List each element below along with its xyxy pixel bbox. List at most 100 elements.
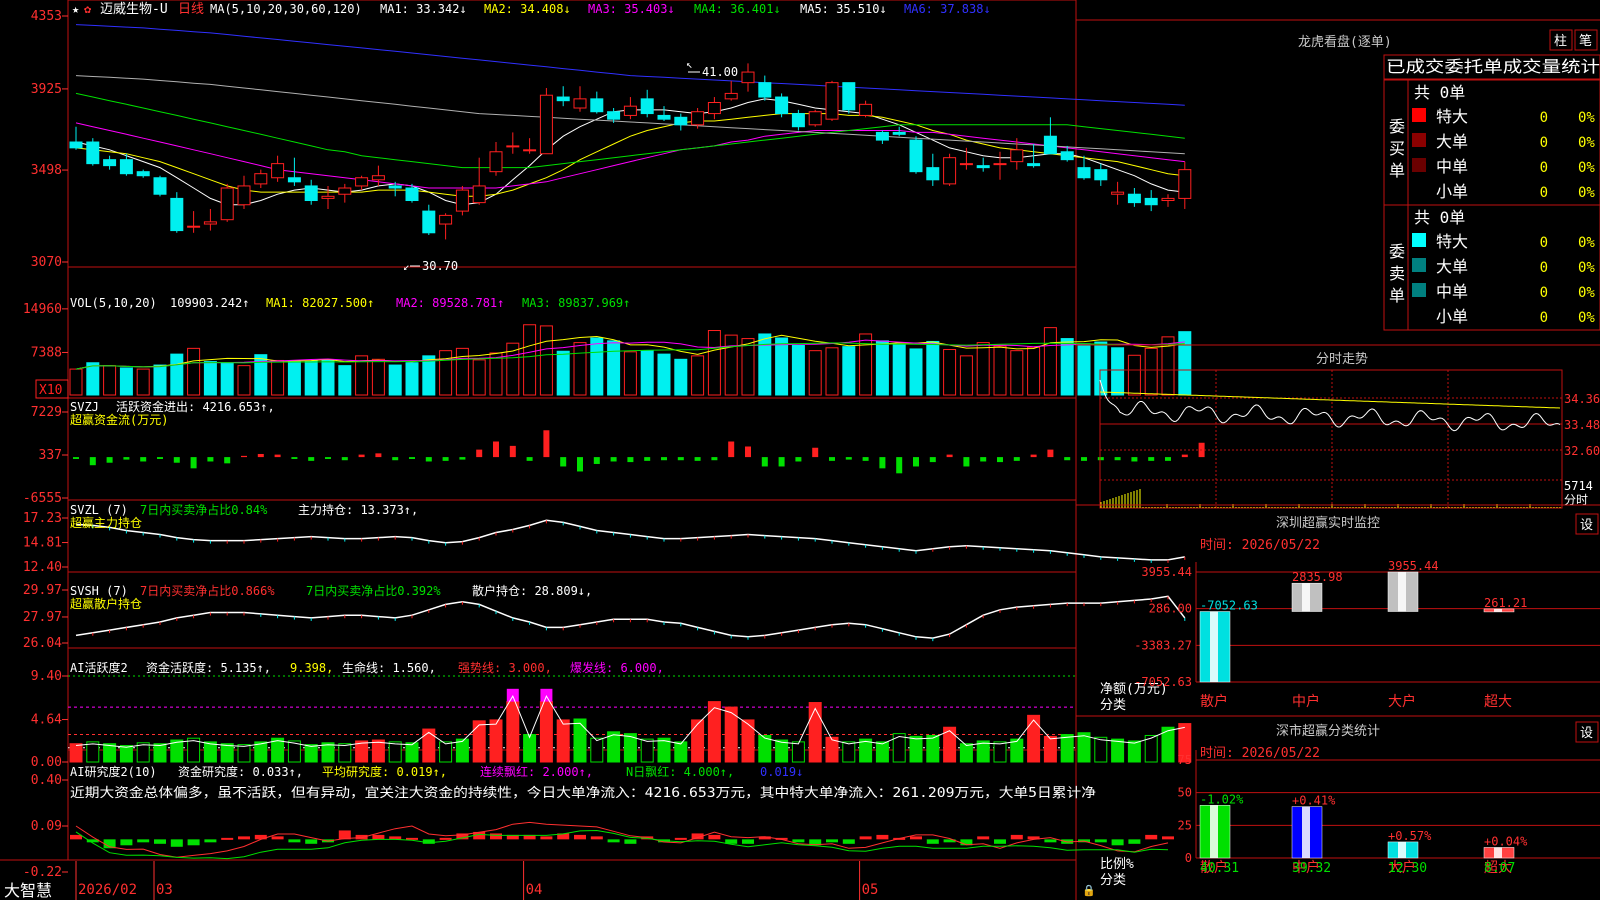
ai-activity-bar-21 [422,728,436,763]
ai-research-bar-5 [154,839,166,844]
volume-bar-48 [875,340,889,396]
multiplier-label: X10 [39,383,62,398]
flag-icon[interactable]: ✿ [84,2,92,16]
ai-activity-bar-50 [909,735,923,763]
volume-bar-64 [1144,347,1158,396]
lhb-sell-val-2: 0 [1540,285,1548,301]
volume-bar-46 [842,346,856,396]
candle-body-58 [1043,135,1057,155]
sz_monitor-cat-2: 大户 [1388,693,1416,710]
svzj-item: 活跃资金进出: 4216.653↑, [116,399,275,414]
ai-activity-bar-55 [993,741,1007,763]
intraday-tick-2: 32.60 [1564,444,1600,458]
svzj-bar-44 [812,447,819,458]
air-tick-0: 0.40 [31,773,62,788]
candle-body-8 [203,221,217,225]
svzj-bar-57 [1030,454,1037,458]
volume-bar-24 [472,359,486,396]
ai-research-bar-50 [910,836,922,840]
svzl-panel[interactable]: 17.23 14.81 12.40 SVZL (7) 7日内买卖净占比0.84% 主… [23,502,1186,575]
svzj-sub: 超赢资金流(万元) [70,412,168,427]
svzj-panel[interactable]: 7229 337 -6555 SVZJ 活跃资金进出: 4216.653↑, 超赢资… [23,399,1205,506]
candle-body-25 [489,151,503,173]
candle-body-62 [1111,191,1125,195]
candle-body-50 [909,139,923,173]
ai-activity-bar-44 [808,702,822,763]
ai-activity-bar-29 [556,719,570,763]
volume-panel[interactable]: 14960 7388 VOL(5,10,20) 109903.242↑ MA1: … [23,296,1192,399]
candle-body-24 [472,185,486,204]
svzj-bar-41 [761,457,768,467]
ai-activity-bar-48 [875,741,889,763]
volume-bar-38 [707,330,721,396]
svzj-bar-19 [392,457,399,461]
air-tick-1: 0.09 [31,819,62,834]
ai-research-panel[interactable]: 0.400.09-0.22 AI研究度2(10) 资金研究度: 0.033↑, … [23,764,1174,880]
svsh-tick-2: 26.04 [23,636,62,651]
star-icon[interactable]: ★ [72,2,79,16]
air-nday: N日飘红: 4.000↑, [626,764,734,779]
svzj-bar-3 [123,457,130,460]
volume-bar-27 [523,324,537,396]
lhb-buy-val-3: 0 [1540,185,1548,201]
ai-activity-bar-20 [405,742,419,763]
volume-bar-49 [892,344,906,396]
lhb-sell-val-1: 0 [1540,260,1548,276]
aia-tick-2: 0.00 [31,755,62,770]
candle-body-40 [741,71,755,84]
lock-icon[interactable]: 🔒 [1082,884,1096,897]
szc-ylabel: 比例% [1100,857,1134,872]
volume-bar-34 [640,350,654,396]
ai-research-bar-54 [977,836,990,840]
svzj-bars [73,430,1205,474]
ai-activity-bar-8 [203,741,217,763]
ai-activity-panel[interactable]: 9.40 4.64 0.00 AI活跃度2 资金活跃度: 5.135↑, 9.398… [31,660,1192,770]
ai-research-bars [70,821,1174,860]
sz-class-change-3: +0.04% [1484,834,1528,848]
ai-research-bar-64 [1145,834,1158,840]
panel-frame-0 [67,0,1077,268]
svzj-bar-45 [829,457,835,461]
lhb-section: 龙虎看盘(逐单) 柱 笔 已成交委托单成交量统计 委买单共 0单特大 0 0%大单 0… [1076,19,1600,331]
price-tick-2: 3498 [31,163,62,178]
ai-activity-bar-24 [472,720,486,763]
svsh-panel[interactable]: 29.9727.9726.04 SVSH (7) 7日内买卖净占比0.866% … [23,583,1186,651]
candle-body-4 [136,171,150,177]
volume-bar-25 [489,352,503,396]
svzj-bar-59 [1064,457,1071,461]
period-label[interactable]: 日线 [178,2,204,17]
candle-body-27 [523,149,537,152]
ai-activity-bar-40 [741,719,755,763]
candle-body-38 [707,102,721,115]
ai-activity-bar-36 [674,741,688,763]
ai-activity-bar-18 [371,739,385,763]
svzj-bar-49 [896,457,903,474]
sz-monitor-section[interactable]: 深圳超赢实时监控 设 时间: 2026/05/22 净额(万元) 分类 3955… [1076,504,1600,713]
svzj-bar-15 [325,457,331,459]
sz-class-change-0: -1.02% [1200,792,1244,806]
ai-activity-bar-58 [1043,735,1057,763]
svzj-bar-14 [308,457,315,461]
volume-bars [69,324,1192,396]
volume-bar-5 [153,364,167,396]
volume-bar-13 [287,360,301,396]
candle-body-7 [187,225,201,228]
candle-body-31 [590,98,604,113]
lhb-buy-name-2: 中单 [1436,157,1468,176]
svzj-bar-9 [224,457,231,464]
svzj-bar-23 [459,457,466,460]
ai-research-bar-30 [574,834,586,840]
lhb-buy-val-2: 0 [1540,160,1548,176]
szc-settings-label: 设 [1580,726,1593,741]
volume-bar-61 [1094,341,1108,396]
vol-ma2: MA2: 89528.781↑ [396,296,504,310]
date-label-0: 2026/02 [78,882,137,898]
ai-activity-bar-3 [119,745,133,763]
ai-research-bar-4 [137,839,150,843]
candlestick-series[interactable] [69,63,1192,240]
price-panel[interactable]: 4353 3925 3498 3070 ★ ✿ 迈威生物-U 日线 MA(5,10,2… [31,2,1192,273]
svzj-bar-17 [358,454,365,458]
ai-research-bar-8 [204,839,217,843]
candle-body-17 [355,177,369,187]
volume-bar-15 [321,359,335,396]
